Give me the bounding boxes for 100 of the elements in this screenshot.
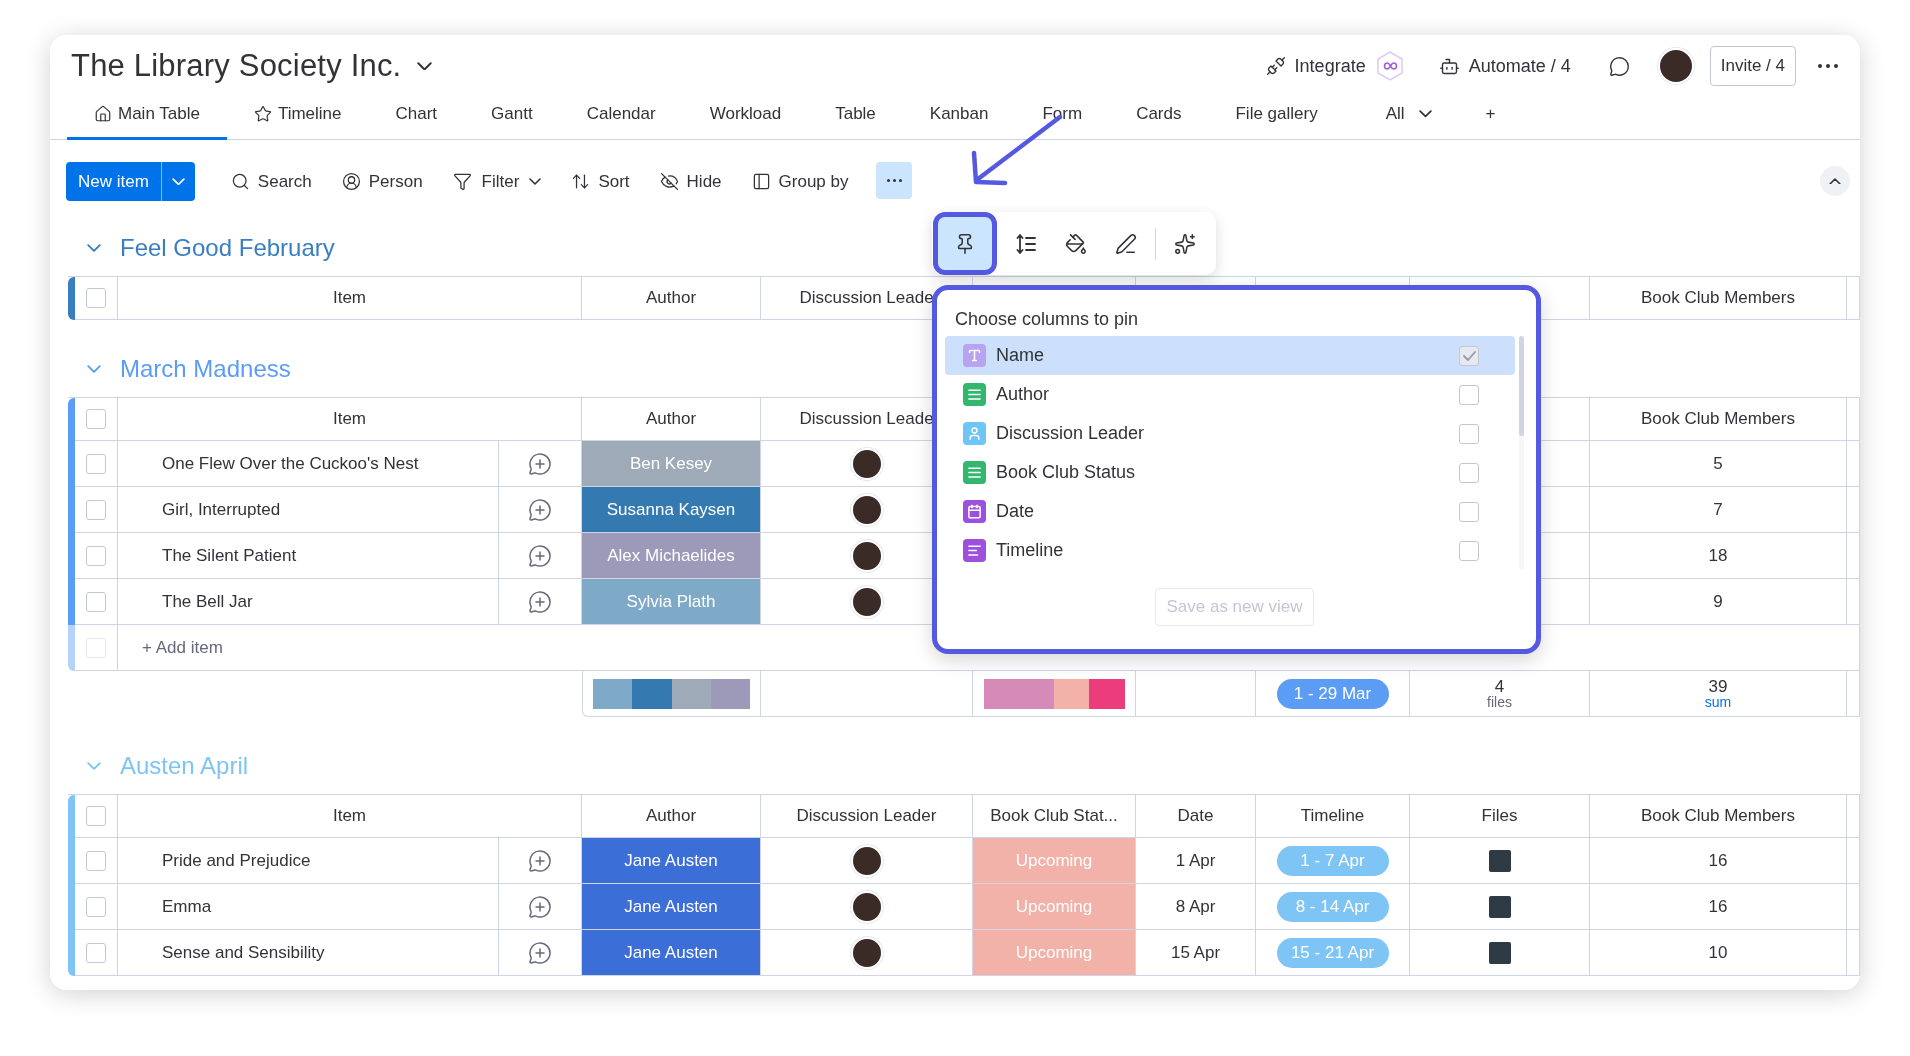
item-name-cell: The Silent Patient (118, 533, 499, 579)
column-option[interactable]: Book Club Status (945, 453, 1515, 492)
timeline-pill: 1 - 29 Mar (1276, 678, 1389, 709)
chat-plus-icon (528, 940, 552, 965)
view-tab[interactable]: File gallery (1208, 91, 1345, 140)
file-thumbnail[interactable] (1488, 941, 1511, 964)
more-icon (887, 179, 902, 182)
author-cell: Jane Austen (582, 930, 761, 976)
pin-checkbox[interactable] (1459, 462, 1479, 483)
chevron-down-icon (87, 761, 101, 771)
group-title: Austen April (120, 752, 249, 780)
column-type-icon (963, 383, 986, 406)
add-view-tab[interactable]: + (1458, 91, 1523, 140)
add-update-button[interactable] (528, 589, 552, 614)
item-name-cell: Pride and Prejudice (118, 838, 499, 884)
view-tab[interactable]: Main Table (67, 91, 227, 140)
sort-button[interactable]: Sort (561, 162, 640, 201)
add-update-button[interactable] (528, 848, 552, 873)
file-thumbnail[interactable] (1488, 895, 1511, 918)
integrate-button[interactable]: Integrate (1265, 50, 1405, 82)
column-option[interactable]: Name (945, 336, 1515, 375)
select-all-checkbox[interactable] (86, 288, 106, 308)
home-icon (94, 105, 112, 123)
row-checkbox[interactable] (86, 499, 106, 520)
column-header: Item (118, 277, 582, 320)
person-button[interactable]: Person (331, 162, 433, 201)
chevron-down-icon (87, 243, 101, 253)
pin-checkbox[interactable] (1459, 384, 1479, 405)
row-checkbox[interactable] (86, 453, 106, 474)
view-tab[interactable]: Chart (368, 91, 465, 140)
pin-checkbox[interactable] (1459, 423, 1479, 444)
members-cell: 18 (1590, 533, 1847, 579)
column-header: Timeline (1256, 795, 1410, 838)
row-checkbox[interactable] (86, 591, 106, 612)
add-update-button[interactable] (528, 940, 552, 965)
column-type-icon (963, 461, 986, 484)
group-icon (751, 172, 771, 191)
date-cell: 8 Apr (1136, 884, 1256, 930)
pin-checkbox[interactable] (1459, 345, 1479, 366)
chevron-down-icon (1418, 110, 1432, 118)
view-tab[interactable]: Table (808, 91, 903, 140)
column-header: Author (582, 795, 761, 838)
members-cell: 16 (1590, 838, 1847, 884)
filter-button[interactable]: Filter (442, 162, 552, 201)
column-header: Book Club Members (1590, 277, 1847, 320)
view-tab[interactable]: Calendar (559, 91, 683, 140)
chevron-down-icon (529, 178, 542, 185)
row-checkbox[interactable] (86, 850, 106, 871)
author-cell: Jane Austen (582, 884, 761, 930)
add-update-button[interactable] (528, 543, 552, 568)
person-icon (341, 172, 361, 191)
view-tab[interactable]: Workload (682, 91, 809, 140)
add-update-button[interactable] (528, 894, 552, 919)
column-option-label: Date (996, 501, 1036, 522)
author-cell: Sylvia Plath (582, 579, 761, 625)
members-cell: 5 (1590, 441, 1847, 487)
row-checkbox[interactable] (86, 942, 106, 963)
column-option[interactable]: Date (945, 492, 1515, 531)
scrollbar[interactable] (1519, 336, 1524, 570)
view-tab[interactable]: All (1358, 91, 1459, 140)
column-option-label: Discussion Leader (996, 423, 1146, 444)
column-header: Discussion Leader (761, 795, 973, 838)
row-checkbox[interactable] (86, 896, 106, 917)
file-thumbnail[interactable] (1488, 849, 1511, 872)
select-all-checkbox[interactable] (86, 409, 106, 429)
automate-button[interactable]: Automate / 4 (1438, 55, 1571, 77)
select-all-checkbox[interactable] (86, 806, 106, 826)
column-option[interactable]: Timeline (945, 531, 1515, 570)
status-cell: Upcoming (973, 930, 1136, 976)
files-count: 4 (1494, 677, 1505, 695)
view-tab[interactable]: Timeline (226, 91, 369, 140)
chevron-up-icon (1829, 177, 1841, 185)
view-tab[interactable]: Cards (1109, 91, 1209, 140)
row-checkbox[interactable] (86, 545, 106, 566)
members-sum: 39 (1708, 677, 1728, 695)
pin-checkbox[interactable] (1459, 501, 1479, 522)
timeline-pill: 8 - 14 Apr (1276, 891, 1389, 922)
board-title: The Library Society Inc. (71, 48, 402, 84)
pin-checkbox[interactable] (1459, 540, 1479, 561)
group-button[interactable]: Group by (741, 162, 859, 201)
search-button[interactable]: Search (220, 162, 322, 201)
avatar[interactable] (1657, 48, 1694, 84)
menu-title: Choose columns to pin (954, 307, 1140, 331)
author-cell: Alex Michaelides (582, 533, 761, 579)
eye-off-icon (659, 172, 679, 191)
view-tab[interactable]: Kanban (902, 91, 1016, 140)
pin-tool-button[interactable] (933, 212, 997, 275)
hexagon-infinity-icon (1374, 50, 1405, 82)
column-header: Book Club Members (1590, 398, 1847, 441)
column-header: Item (118, 795, 582, 838)
timeline-pill: 1 - 7 Apr (1276, 845, 1389, 876)
column-type-icon (963, 539, 986, 562)
add-update-button[interactable] (528, 451, 552, 476)
invite-button[interactable]: Invite / 4 (1709, 46, 1796, 86)
search-icon (230, 172, 250, 191)
collapse-button[interactable] (1820, 166, 1850, 196)
add-update-button[interactable] (528, 497, 552, 522)
view-tab[interactable]: Gantt (464, 91, 560, 140)
hide-button[interactable]: Hide (649, 162, 732, 201)
chat-plus-icon (528, 451, 552, 476)
